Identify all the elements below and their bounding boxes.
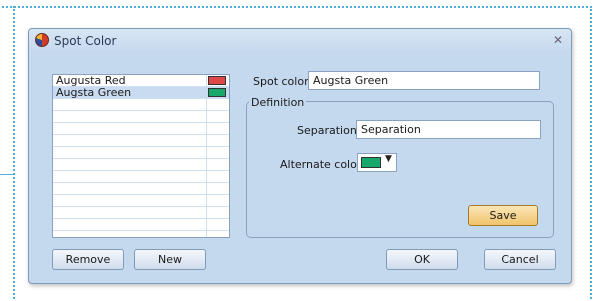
- definition-legend: Definition: [249, 96, 307, 109]
- cancel-button[interactable]: Cancel: [484, 249, 556, 270]
- alternate-color-swatch: [361, 157, 381, 168]
- dotted-border-top: [2, 6, 592, 8]
- new-button[interactable]: New: [134, 249, 206, 270]
- list-item-empty: [53, 219, 229, 231]
- spot-color-input[interactable]: Augsta Green: [308, 71, 540, 90]
- dotted-border-right: [590, 6, 592, 299]
- list-item-empty: [53, 171, 229, 183]
- list-item-empty: [53, 147, 229, 159]
- dotted-border-left: [13, 6, 15, 299]
- color-swatch: [208, 88, 226, 97]
- list-item[interactable]: Augsta Green: [53, 86, 229, 99]
- list-item-empty: [53, 123, 229, 135]
- title-bar: Spot Color ✕: [29, 29, 571, 53]
- list-item-empty: [53, 183, 229, 195]
- list-item-empty: [53, 195, 229, 207]
- list-item-empty: [53, 99, 229, 111]
- dialog-title: Spot Color: [54, 34, 117, 48]
- ok-button[interactable]: OK: [386, 249, 458, 270]
- separation-label: Separation: [297, 124, 357, 137]
- remove-button[interactable]: Remove: [52, 249, 124, 270]
- color-swatch: [208, 76, 226, 85]
- list-item-empty: [53, 207, 229, 219]
- list-item-empty: [53, 159, 229, 171]
- alternate-color-dropdown[interactable]: ▼: [357, 153, 397, 172]
- spot-color-label: Spot color: [253, 75, 309, 88]
- list-item-label: Augsta Green: [56, 86, 132, 99]
- separation-input[interactable]: Separation: [356, 120, 541, 139]
- close-icon[interactable]: ✕: [553, 33, 563, 47]
- spot-color-list[interactable]: Augusta Red Augsta Green: [52, 74, 230, 238]
- app-icon: [35, 33, 49, 47]
- chevron-down-icon[interactable]: ▼: [385, 154, 392, 164]
- alternate-color-label: Alternate color: [280, 158, 362, 171]
- list-item-empty: [53, 111, 229, 123]
- list-item-empty: [53, 135, 229, 147]
- save-button[interactable]: Save: [468, 205, 538, 226]
- connector-line: [0, 174, 14, 175]
